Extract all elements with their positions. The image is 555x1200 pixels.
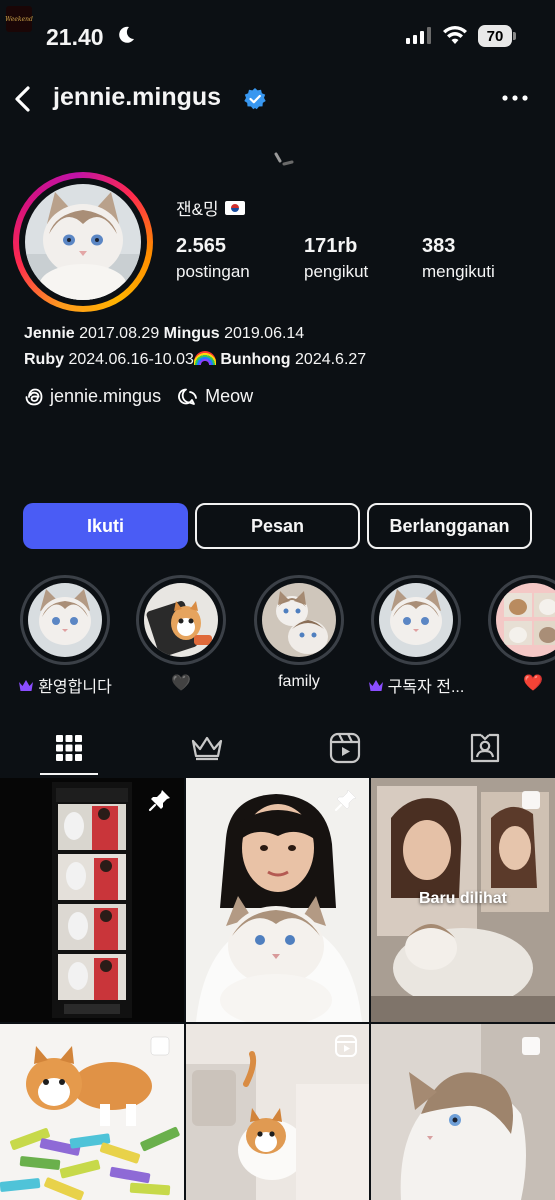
loading-spinner-icon xyxy=(274,152,294,166)
highlight-item[interactable]: 🖤 xyxy=(134,575,228,692)
carousel-icon xyxy=(150,1036,170,1056)
tab-posts-grid[interactable] xyxy=(39,724,99,772)
tab-subscriber-content[interactable] xyxy=(177,724,237,772)
active-tab-indicator xyxy=(40,773,98,775)
threads-icon xyxy=(25,388,43,405)
highlight-item[interactable]: family xyxy=(252,575,346,690)
app-badge-logo: Weekend xyxy=(5,6,33,32)
threads-link[interactable]: jennie.mingus xyxy=(24,386,161,407)
carousel-icon xyxy=(522,791,540,809)
highlight-label: ❤️ xyxy=(523,675,543,692)
korea-flag-icon xyxy=(224,200,245,215)
tab-tagged[interactable] xyxy=(455,724,515,772)
posts-grid: Baru dilihat xyxy=(0,778,555,1200)
bio-line-1: Jennie 2017.08.29 Mingus 2019.06.14 xyxy=(24,325,305,342)
cellular-signal-icon xyxy=(406,27,431,44)
pin-icon xyxy=(148,790,170,812)
highlight-item[interactable]: 구독자 전... xyxy=(368,575,464,696)
verified-badge-icon xyxy=(244,88,266,110)
profile-tabs xyxy=(0,724,555,776)
profile-links: jennie.mingus Meow xyxy=(24,386,253,407)
follow-button[interactable]: Ikuti xyxy=(23,503,188,549)
grid-post[interactable] xyxy=(371,1024,555,1200)
reels-icon xyxy=(329,732,361,764)
reel-badge-icon xyxy=(335,1035,357,1057)
status-bar: Weekend 21.40 70 xyxy=(0,0,555,74)
wifi-icon xyxy=(443,26,467,44)
tagged-icon xyxy=(470,733,500,763)
carousel-icon xyxy=(522,1037,540,1055)
status-time: 21.40 xyxy=(46,24,104,50)
highlight-label: family xyxy=(278,673,320,690)
display-name: 잰&밍 xyxy=(176,195,245,220)
highlight-item[interactable]: ❤️ xyxy=(486,575,555,692)
highlight-label: 구독자 전... xyxy=(387,679,465,696)
crown-icon xyxy=(368,679,383,691)
moon-icon xyxy=(119,26,134,43)
battery-level: 70 xyxy=(478,25,512,47)
message-button[interactable]: Pesan xyxy=(195,503,360,549)
rainbow-emoji xyxy=(193,351,216,365)
grid-post[interactable] xyxy=(0,778,184,1022)
avatar-image xyxy=(25,184,141,300)
highlight-item[interactable]: 환영합니다 xyxy=(18,575,112,696)
grid-post[interactable] xyxy=(186,778,369,1022)
broadcast-channel-icon xyxy=(178,388,197,405)
battery-icon: 70 xyxy=(478,25,516,47)
more-options-icon[interactable] xyxy=(500,86,530,110)
highlight-label: 🖤 xyxy=(171,675,191,692)
pin-icon xyxy=(334,789,357,812)
profile-avatar[interactable] xyxy=(13,172,153,312)
recently-viewed-label: Baru dilihat xyxy=(418,890,507,907)
grid-post[interactable] xyxy=(186,1024,369,1200)
highlight-label: 환영합니다 xyxy=(38,679,112,696)
back-arrow-icon[interactable] xyxy=(8,82,38,116)
stat-followers[interactable]: 171rb pengikut xyxy=(304,235,368,282)
stat-posts[interactable]: 2.565 postingan xyxy=(176,235,250,282)
grid-post[interactable]: Baru dilihat xyxy=(371,778,555,1022)
bio-line-2: Ruby 2024.06.16-10.03 Bunhong 2024.6.27 xyxy=(24,351,367,368)
subscriber-crown-icon xyxy=(191,736,223,761)
stat-following[interactable]: 383 mengikuti xyxy=(422,235,495,282)
profile-bio: Jennie 2017.08.29 Mingus 2019.06.14 Ruby… xyxy=(24,321,366,373)
subscribe-button[interactable]: Berlangganan xyxy=(367,503,532,549)
profile-username: jennie.mingus xyxy=(53,83,222,111)
tab-reels[interactable] xyxy=(315,724,375,772)
channel-link[interactable]: Meow xyxy=(177,386,253,407)
profile-header: jennie.mingus xyxy=(0,74,555,124)
crown-icon xyxy=(19,679,34,691)
grid-icon xyxy=(56,735,82,761)
grid-post[interactable] xyxy=(0,1024,184,1200)
